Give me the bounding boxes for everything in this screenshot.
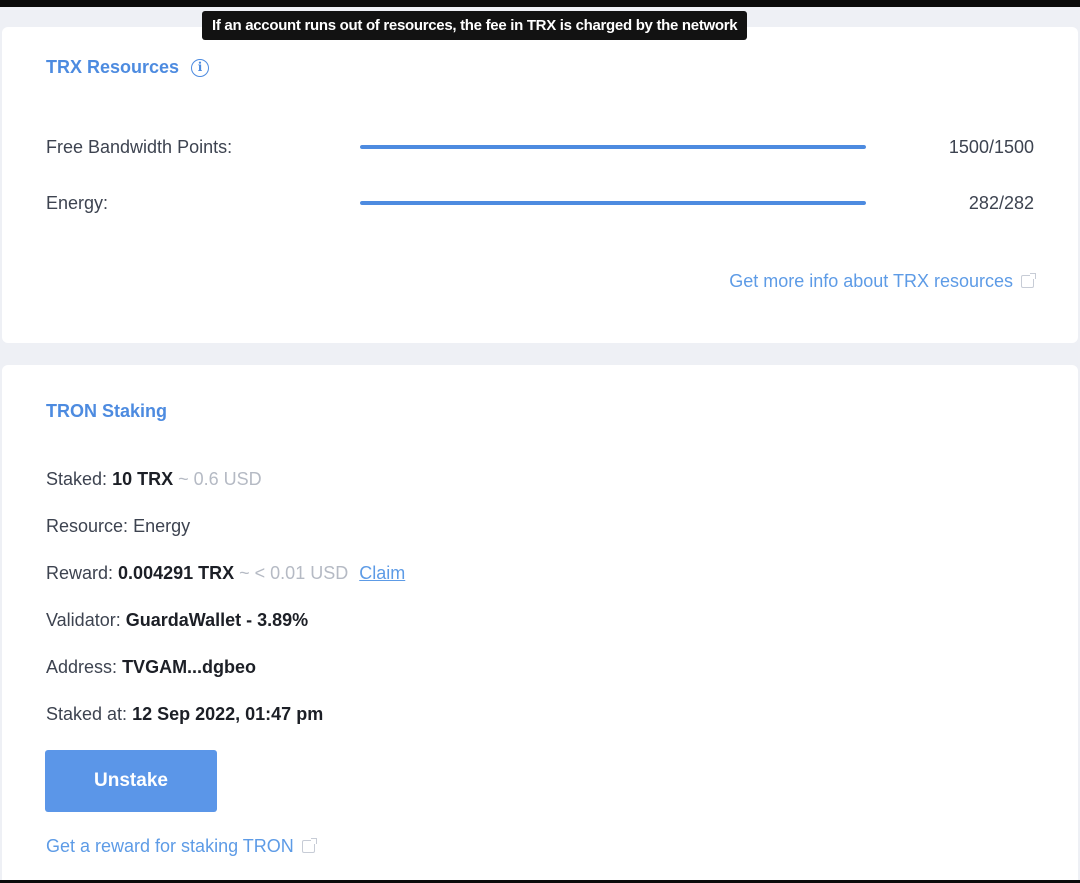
trx-resources-title: TRX Resources bbox=[46, 57, 180, 77]
bandwidth-progress-fill bbox=[360, 145, 866, 149]
reward-amount: 0.004291 TRX bbox=[118, 563, 235, 583]
staking-reward-link-label: Get a reward for staking TRON bbox=[46, 836, 294, 856]
staked-at-line: Staked at: 12 Sep 2022, 01:47 pm bbox=[46, 704, 323, 725]
validator-label: Validator: bbox=[46, 610, 121, 630]
fee-tooltip: If an account runs out of resources, the… bbox=[202, 11, 748, 40]
staking-reward-link[interactable]: Get a reward for staking TRON bbox=[46, 836, 317, 857]
validator-line: Validator: GuardaWallet - 3.89% bbox=[46, 610, 308, 631]
staked-amount: 10 TRX bbox=[112, 469, 174, 489]
energy-label: Energy: bbox=[46, 192, 109, 213]
tron-staking-title: TRON Staking bbox=[46, 401, 168, 421]
bandwidth-row: Free Bandwidth Points: 1500/1500 bbox=[46, 135, 1034, 159]
energy-row: Energy: 282/282 bbox=[46, 191, 1034, 215]
resource-label: Resource: bbox=[46, 516, 129, 536]
external-link-icon bbox=[1021, 273, 1036, 288]
external-link-icon bbox=[301, 838, 317, 853]
more-info-link[interactable]: Get more info about TRX resources bbox=[729, 271, 1036, 292]
address-label: Address: bbox=[46, 657, 118, 677]
staked-line: Staked: 10 TRX ~ 0.6 USD bbox=[46, 469, 262, 490]
staked-at-value: 12 Sep 2022, 01:47 pm bbox=[132, 704, 324, 724]
tron-staking-card: TRON Staking Staked: 10 TRX ~ 0.6 USD Re… bbox=[2, 365, 1078, 880]
staked-label: Staked: bbox=[46, 469, 108, 489]
energy-progress-fill bbox=[360, 201, 866, 205]
trx-resources-title-group: TRX Resources i bbox=[46, 57, 210, 78]
reward-label: Reward: bbox=[46, 563, 114, 583]
resource-line: Resource: Energy bbox=[46, 516, 190, 537]
trx-resources-card: TRX Resources i Free Bandwidth Points: 1… bbox=[2, 27, 1078, 343]
unstake-button[interactable]: Unstake bbox=[45, 750, 217, 812]
screen: If an account runs out of resources, the… bbox=[0, 0, 1080, 883]
staked-at-label: Staked at: bbox=[46, 704, 128, 724]
bandwidth-label: Free Bandwidth Points: bbox=[46, 136, 233, 157]
bandwidth-value: 1500/1500 bbox=[948, 136, 1034, 157]
more-info-link-label: Get more info about TRX resources bbox=[729, 271, 1013, 291]
staked-usd: ~ 0.6 USD bbox=[178, 469, 262, 489]
address-value: TVGAM...dgbeo bbox=[122, 657, 257, 677]
reward-line: Reward: 0.004291 TRX ~ < 0.01 USD Claim bbox=[46, 563, 405, 584]
energy-value: 282/282 bbox=[968, 192, 1034, 213]
reward-usd: ~ < 0.01 USD bbox=[239, 563, 349, 583]
info-icon[interactable]: i bbox=[191, 58, 210, 77]
bandwidth-progress-bar bbox=[360, 145, 866, 149]
claim-link[interactable]: Claim bbox=[359, 563, 405, 583]
energy-progress-bar bbox=[360, 201, 866, 205]
validator-value: GuardaWallet - 3.89% bbox=[125, 610, 309, 630]
address-line: Address: TVGAM...dgbeo bbox=[46, 657, 256, 678]
resource-value: Energy bbox=[133, 516, 191, 536]
